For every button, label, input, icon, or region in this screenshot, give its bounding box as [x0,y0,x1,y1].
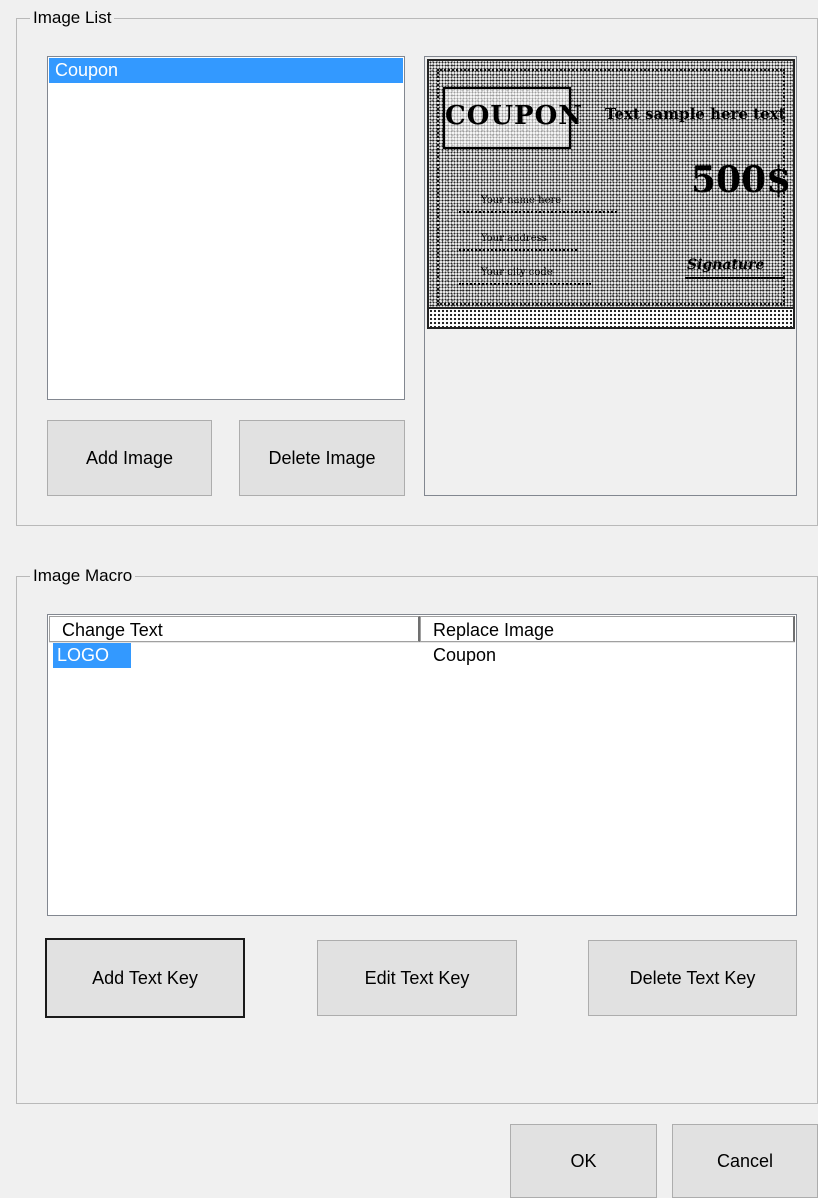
coupon-title-box: COUPON [443,87,582,149]
edit-text-key-button[interactable]: Edit Text Key [317,940,517,1016]
coupon-bottom-strip [429,307,793,327]
delete-text-key-button[interactable]: Delete Text Key [588,940,797,1016]
image-listbox[interactable]: Coupon [47,56,405,400]
replace-image-cell: Coupon [433,645,497,665]
coupon-signature-line [685,277,785,279]
coupon-image: COUPON Text sample here text 500$ Your n… [427,59,795,329]
ok-button[interactable]: OK [510,1124,657,1198]
coupon-line-1: Your name here [481,195,562,206]
add-image-button[interactable]: Add Image [47,420,212,496]
coupon-amount: 500$ [691,159,792,201]
image-list-title: Image List [30,8,115,28]
image-macro-title: Image Macro [30,566,136,586]
coupon-signature: Signature [687,257,765,273]
table-row[interactable]: LOGO Coupon [49,643,795,668]
coupon-line-2: Your address [481,233,547,244]
cancel-button[interactable]: Cancel [672,1124,818,1198]
coupon-line-3: Your city code [481,267,553,278]
change-text-cell: LOGO [53,643,131,668]
listview-header: Change Text Replace Image [49,616,795,643]
coupon-tagline: Text sample here text [605,105,786,123]
coupon-underline-2 [459,249,577,251]
coupon-underline-3 [459,283,591,285]
coupon-underline-1 [459,211,617,213]
image-preview: COUPON Text sample here text 500$ Your n… [424,56,797,496]
image-list-item[interactable]: Coupon [49,58,403,83]
delete-image-button[interactable]: Delete Image [239,420,405,496]
column-header-change-text[interactable]: Change Text [49,616,420,642]
column-header-replace-image[interactable]: Replace Image [420,616,795,642]
text-key-listview[interactable]: Change Text Replace Image LOGO Coupon [47,614,797,916]
add-text-key-button[interactable]: Add Text Key [45,938,245,1018]
